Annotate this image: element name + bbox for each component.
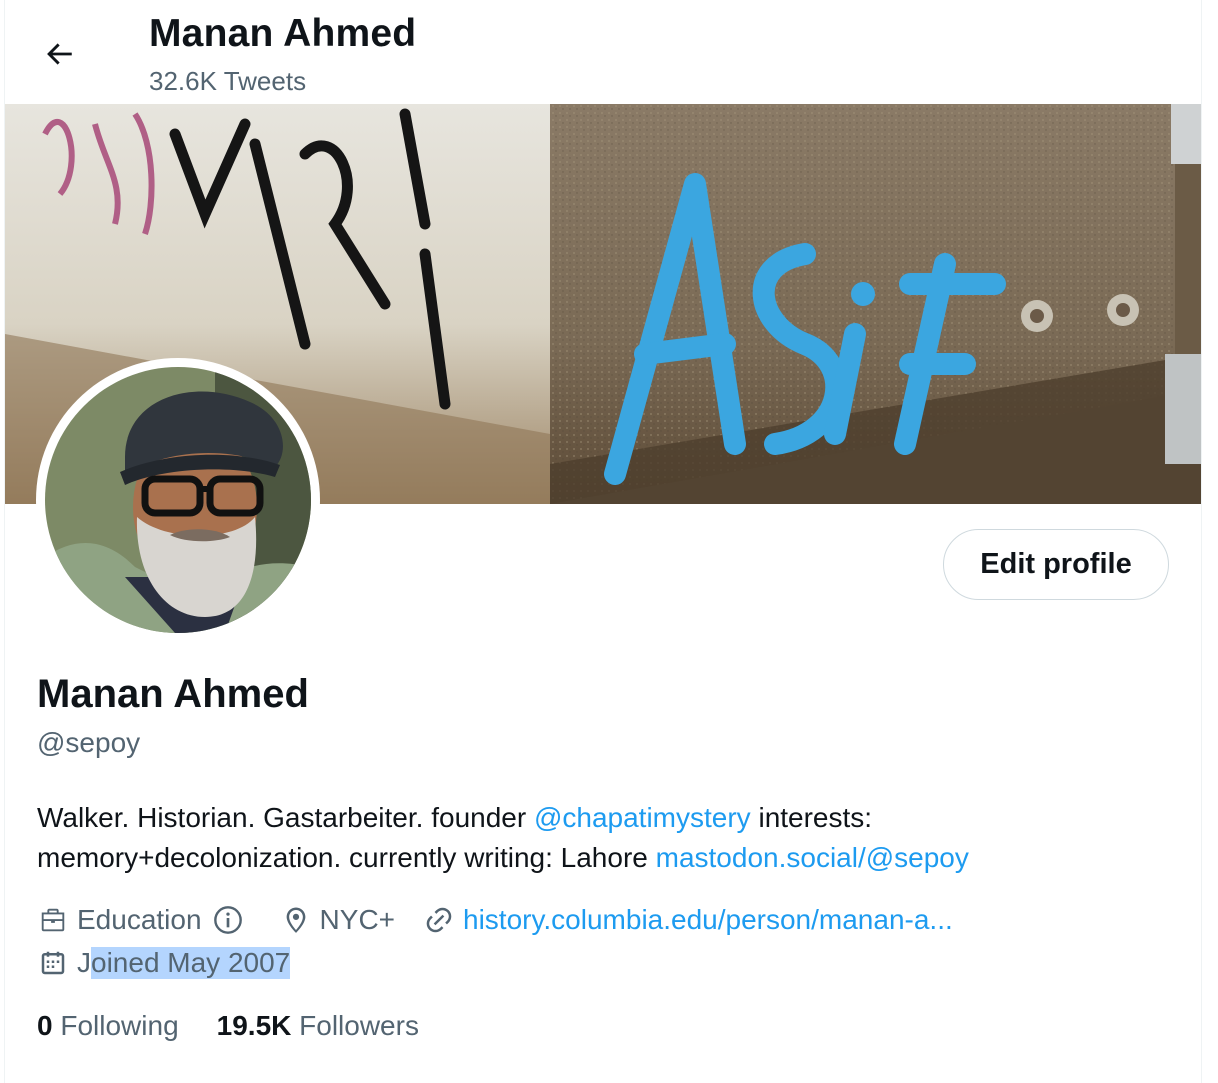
following-link[interactable]: 0 Following xyxy=(37,1010,179,1042)
bio-mastodon-link[interactable]: mastodon.social/@sepoy xyxy=(656,842,969,873)
arrow-left-icon xyxy=(47,43,72,65)
following-label: Following xyxy=(60,1010,179,1041)
joined-row: Joined May 2007 xyxy=(37,943,318,983)
bio: Walker. Historian. Gastarbeiter. founder… xyxy=(37,798,1157,878)
avatar xyxy=(45,367,311,633)
display-name: Manan Ahmed xyxy=(37,672,309,716)
profile-meta-row: Education NYC+ history.columbia.edu/pers… xyxy=(37,900,981,940)
bio-mention-link[interactable]: @chapatimystery xyxy=(534,802,751,833)
info-icon[interactable] xyxy=(212,904,244,936)
followers-link[interactable]: 19.5K Followers xyxy=(217,1010,419,1042)
joined-item: Joined May 2007 xyxy=(37,947,291,979)
category-label: Education xyxy=(77,904,202,935)
bio-text-1: Walker. Historian. Gastarbeiter. founder xyxy=(37,802,534,833)
column-border-right xyxy=(1201,0,1202,1083)
location-label: NYC+ xyxy=(319,904,396,935)
followers-label: Followers xyxy=(299,1010,419,1041)
joined-highlighted-text: oined May 2007 xyxy=(91,947,291,979)
following-count: 0 xyxy=(37,1010,53,1041)
follow-stats: 0 Following 19.5K Followers xyxy=(37,1010,457,1042)
briefcase-icon xyxy=(37,904,69,936)
profile-page: Manan Ahmed 32.6K Tweets Edit profile Ma… xyxy=(0,0,1218,1083)
profile-header: Manan Ahmed 32.6K Tweets xyxy=(5,0,1201,104)
avatar-frame[interactable] xyxy=(36,358,320,642)
website-item[interactable]: history.columbia.edu/person/manan-a... xyxy=(423,904,953,936)
location-item: NYC+ xyxy=(280,904,395,936)
header-title: Manan Ahmed xyxy=(149,12,417,55)
link-icon xyxy=(423,904,455,936)
joined-prefix: J xyxy=(77,947,91,978)
category-item: Education xyxy=(37,904,252,936)
handle: @sepoy xyxy=(37,727,141,758)
back-button[interactable] xyxy=(35,30,83,78)
followers-count: 19.5K xyxy=(216,1010,292,1041)
location-pin-icon xyxy=(280,904,312,936)
website-link[interactable]: history.columbia.edu/person/manan-a... xyxy=(463,904,953,936)
tweet-count: 32.6K Tweets xyxy=(149,66,307,96)
avatar-image xyxy=(45,367,311,633)
calendar-icon xyxy=(37,947,69,979)
edit-profile-button[interactable]: Edit profile xyxy=(943,529,1169,600)
